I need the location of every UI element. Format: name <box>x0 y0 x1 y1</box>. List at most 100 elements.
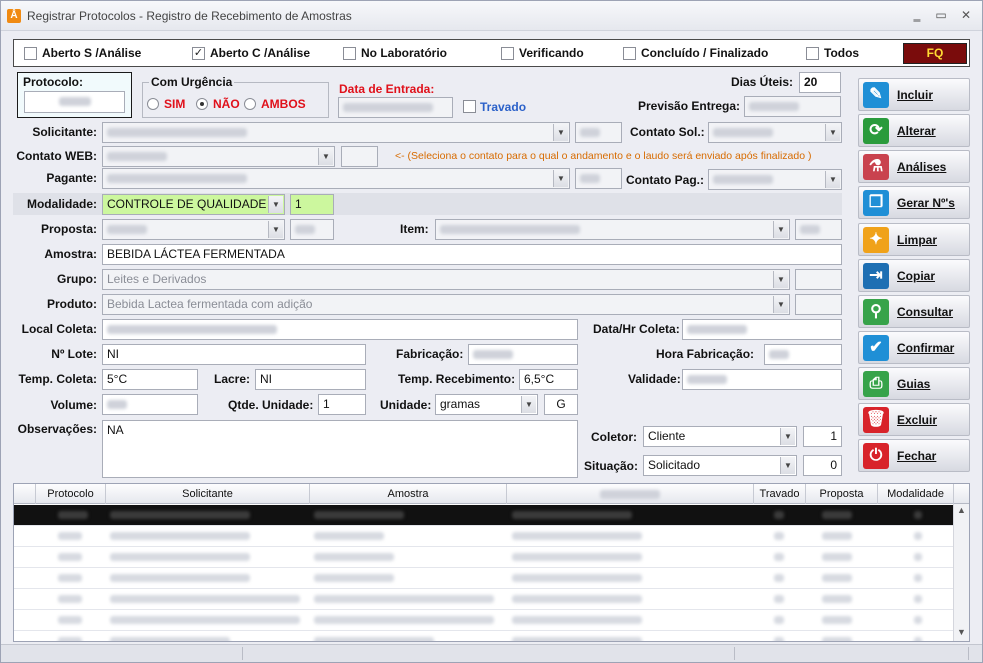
protocolo-input[interactable] <box>24 91 125 113</box>
grupo-select[interactable]: Leites e Derivados ▼ <box>102 269 790 290</box>
filter-aberto-s-analise-checkbox[interactable] <box>24 47 37 60</box>
hora-fabricacao-input[interactable] <box>764 344 842 365</box>
chevron-down-icon[interactable]: ▼ <box>825 124 840 141</box>
grid-header-travado[interactable]: Travado <box>754 484 806 504</box>
gerar-numeros-button[interactable]: ❐ Gerar Nº's <box>858 186 970 219</box>
table-row[interactable] <box>14 526 954 547</box>
urgencia-sim-radio[interactable] <box>147 98 159 110</box>
filter-concluido-checkbox[interactable] <box>623 47 636 60</box>
temp-recebimento-input[interactable]: 6,5°C <box>519 369 578 390</box>
coletor-code-input[interactable]: 1 <box>803 426 842 447</box>
grupo-code-input[interactable] <box>795 269 842 290</box>
pagante-select[interactable]: ▼ <box>102 168 570 189</box>
chevron-down-icon[interactable]: ▼ <box>825 171 840 188</box>
table-row[interactable] <box>14 610 954 631</box>
coletor-select[interactable]: Cliente ▼ <box>643 426 797 447</box>
pagante-code-input[interactable] <box>575 168 622 189</box>
unidade-abbr-input[interactable]: G <box>544 394 578 415</box>
copiar-button[interactable]: ⇥ Copiar <box>858 259 970 292</box>
hora-fabricacao-label: Hora Fabricação: <box>656 347 755 361</box>
chevron-down-icon[interactable]: ▼ <box>553 170 568 187</box>
local-coleta-input[interactable] <box>102 319 578 340</box>
table-row[interactable] <box>14 505 954 526</box>
confirmar-button[interactable]: ✔ Confirmar <box>858 331 970 364</box>
modalidade-select[interactable]: CONTROLE DE QUALIDADE ▼ <box>102 194 285 215</box>
filter-verificando-checkbox[interactable] <box>501 47 514 60</box>
contato-sol-select[interactable]: ▼ <box>708 122 842 143</box>
contato-web-select[interactable]: ▼ <box>102 146 335 167</box>
alterar-button[interactable]: ⟳ Alterar <box>858 114 970 147</box>
item-select[interactable]: ▼ <box>435 219 790 240</box>
contato-web-code-input[interactable] <box>341 146 378 167</box>
observacoes-textarea[interactable]: NA <box>102 420 578 478</box>
scroll-up-icon[interactable]: ▲ <box>957 505 966 515</box>
filter-label: Todos <box>824 46 860 60</box>
situacao-code-input[interactable]: 0 <box>803 455 842 476</box>
urgencia-nao-radio[interactable] <box>196 98 208 110</box>
fq-button[interactable]: FQ <box>903 43 967 64</box>
table-row[interactable] <box>14 631 954 641</box>
close-button[interactable]: ✕ <box>958 8 974 22</box>
filter-todos-checkbox[interactable] <box>806 47 819 60</box>
fabricacao-input[interactable] <box>468 344 578 365</box>
table-row[interactable] <box>14 568 954 589</box>
chevron-down-icon[interactable]: ▼ <box>318 148 333 165</box>
consultar-button[interactable]: ⚲ Consultar <box>858 295 970 328</box>
filter-no-laboratorio-checkbox[interactable] <box>343 47 356 60</box>
chevron-down-icon[interactable]: ▼ <box>780 428 795 445</box>
produto-select[interactable]: Bebida Lactea fermentada com adição ▼ <box>102 294 790 315</box>
guias-button[interactable]: ⎙ Guias <box>858 367 970 400</box>
minimize-button[interactable]: ‗ <box>909 8 925 22</box>
fechar-button[interactable]: ⏻ Fechar <box>858 439 970 472</box>
chevron-down-icon[interactable]: ▼ <box>773 296 788 313</box>
produto-code-input[interactable] <box>795 294 842 315</box>
amostra-input[interactable]: BEBIDA LÁCTEA FERMENTADA <box>102 244 842 265</box>
filter-label: Concluído / Finalizado <box>641 46 769 60</box>
solicitante-select[interactable]: ▼ <box>102 122 570 143</box>
chevron-down-icon[interactable]: ▼ <box>268 221 283 238</box>
dias-uteis-input[interactable]: 20 <box>799 72 841 93</box>
excluir-button[interactable]: 🗑 Excluir <box>858 403 970 436</box>
grid-header-solicitante[interactable]: Solicitante <box>106 484 310 504</box>
modalidade-code-input[interactable]: 1 <box>290 194 334 215</box>
scroll-down-icon[interactable]: ▼ <box>957 627 966 637</box>
grid-header-blurred[interactable] <box>507 484 754 504</box>
table-row[interactable] <box>14 547 954 568</box>
analises-button[interactable]: ⚗ Análises <box>858 150 970 183</box>
chevron-down-icon[interactable]: ▼ <box>268 196 283 213</box>
grid-vertical-scrollbar[interactable]: ▲ ▼ <box>953 504 969 641</box>
previsao-entrega-input[interactable] <box>744 96 841 117</box>
proposta-code-input[interactable] <box>290 219 334 240</box>
item-code-input[interactable] <box>795 219 842 240</box>
grid-header-proposta[interactable]: Proposta <box>806 484 878 504</box>
maximize-button[interactable]: ▭ <box>933 8 949 22</box>
urgencia-ambos-radio[interactable] <box>244 98 256 110</box>
temp-coleta-input[interactable]: 5°C <box>102 369 198 390</box>
grid-header-modalidade[interactable]: Modalidade <box>878 484 954 504</box>
chevron-down-icon[interactable]: ▼ <box>773 271 788 288</box>
chevron-down-icon[interactable]: ▼ <box>780 457 795 474</box>
limpar-button[interactable]: ✦ Limpar <box>858 223 970 256</box>
incluir-button[interactable]: ✎ Incluir <box>858 78 970 111</box>
fechar-label: Fechar <box>897 449 937 463</box>
chevron-down-icon[interactable]: ▼ <box>553 124 568 141</box>
filter-aberto-c-analise-checkbox[interactable]: ✓ <box>192 47 205 60</box>
solicitante-code-input[interactable] <box>575 122 622 143</box>
proposta-select[interactable]: ▼ <box>102 219 285 240</box>
grid-header-amostra[interactable]: Amostra <box>310 484 507 504</box>
lacre-input[interactable]: NI <box>255 369 366 390</box>
table-row[interactable] <box>14 589 954 610</box>
situacao-select[interactable]: Solicitado ▼ <box>643 455 797 476</box>
qtde-unidade-input[interactable]: 1 <box>318 394 366 415</box>
data-entrada-input[interactable] <box>338 97 453 118</box>
n-lote-input[interactable]: NI <box>102 344 366 365</box>
grid-header-protocolo[interactable]: Protocolo <box>36 484 106 504</box>
chevron-down-icon[interactable]: ▼ <box>521 396 536 413</box>
chevron-down-icon[interactable]: ▼ <box>773 221 788 238</box>
unidade-select[interactable]: gramas ▼ <box>435 394 538 415</box>
data-hr-coleta-input[interactable] <box>682 319 842 340</box>
contato-pag-select[interactable]: ▼ <box>708 169 842 190</box>
validade-input[interactable] <box>682 369 842 390</box>
travado-checkbox[interactable] <box>463 100 476 113</box>
volume-input[interactable] <box>102 394 198 415</box>
